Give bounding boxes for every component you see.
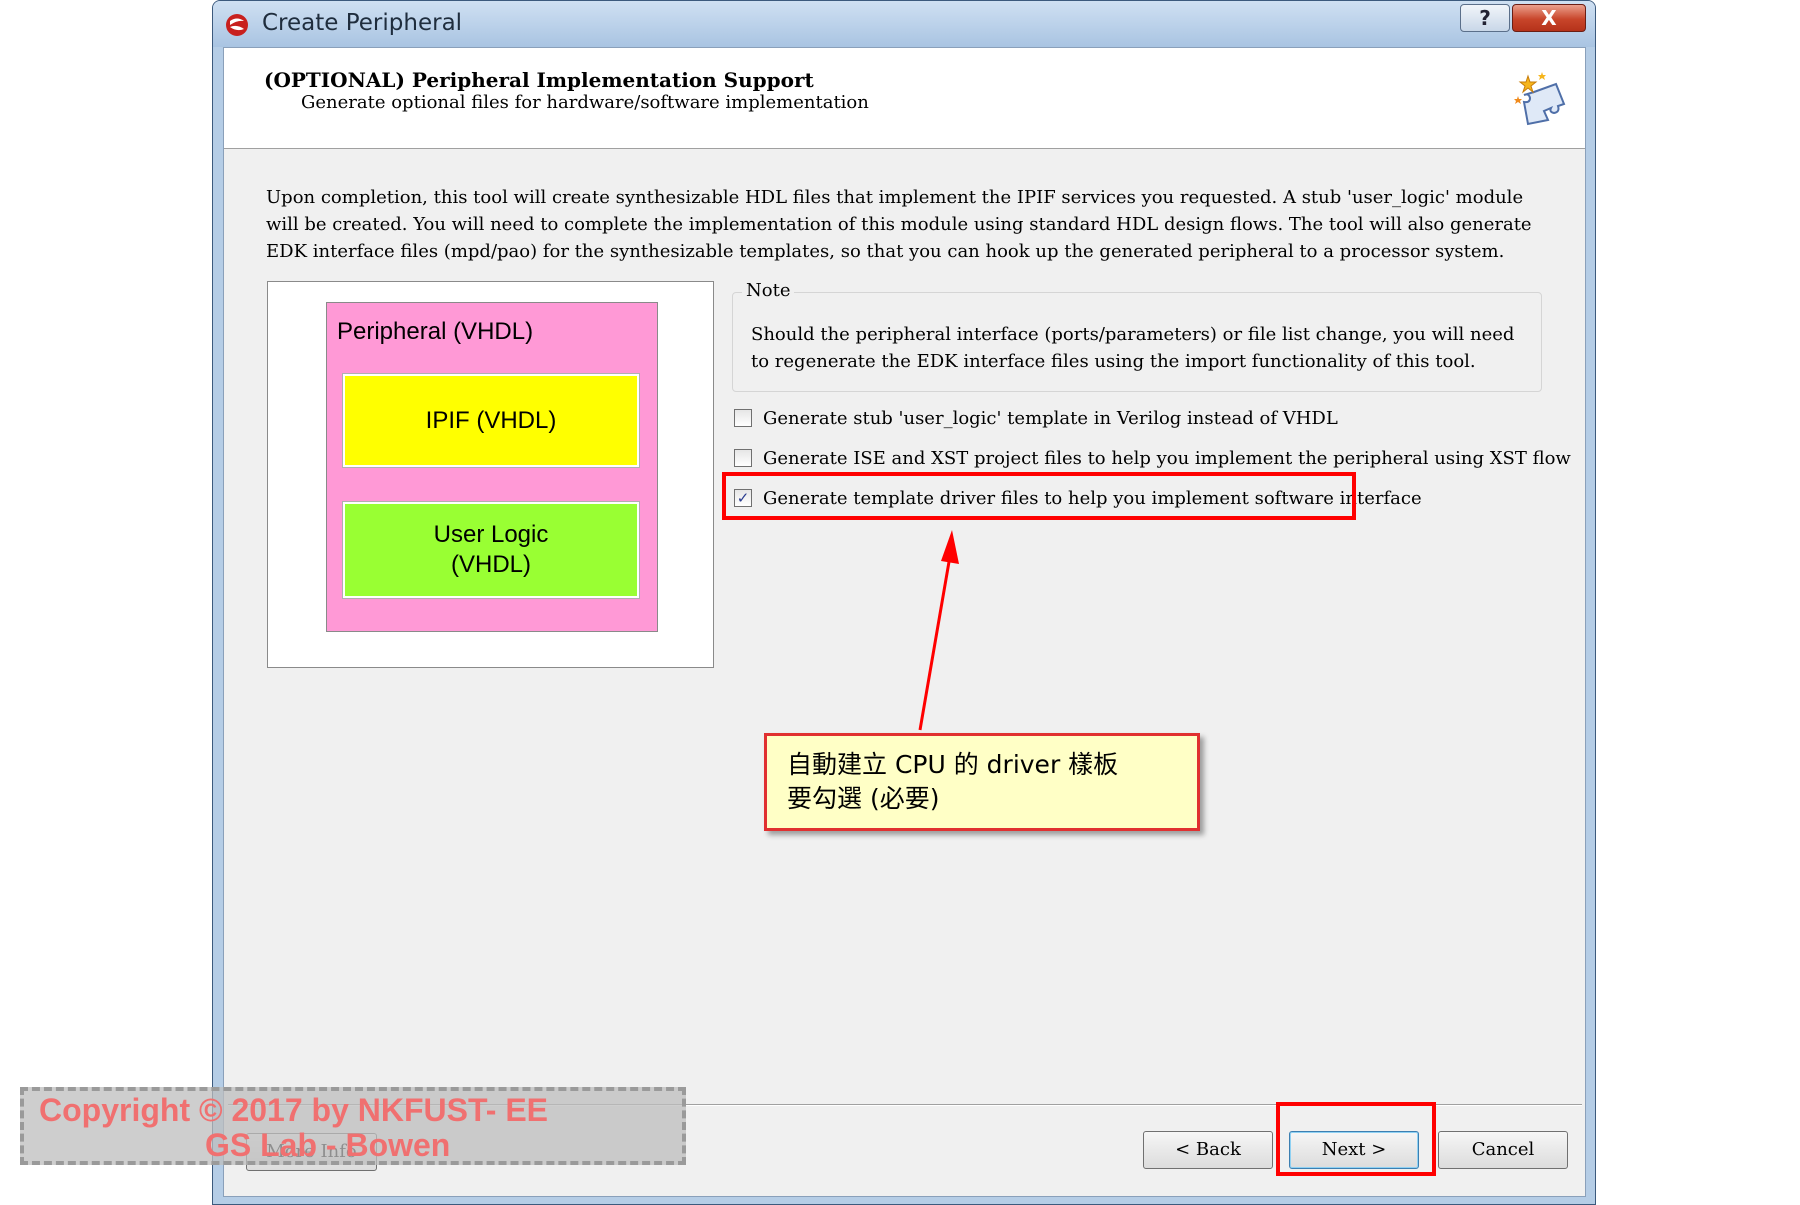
watermark-line1: Copyright © 2017 by NKFUST- EE	[39, 1092, 548, 1128]
highlight-box-next	[1276, 1102, 1436, 1176]
cancel-button[interactable]: Cancel	[1438, 1131, 1568, 1169]
back-button[interactable]: < Back	[1143, 1131, 1273, 1169]
callout-line2: 要勾選 (必要)	[787, 784, 940, 813]
callout-line1: 自動建立 CPU 的 driver 樣板	[787, 750, 1119, 779]
annotation-arrow	[918, 530, 959, 731]
watermark-line2: GS Lab - Bowen	[205, 1127, 451, 1163]
callout-text: 自動建立 CPU 的 driver 樣板 要勾選 (必要)	[787, 748, 1187, 816]
